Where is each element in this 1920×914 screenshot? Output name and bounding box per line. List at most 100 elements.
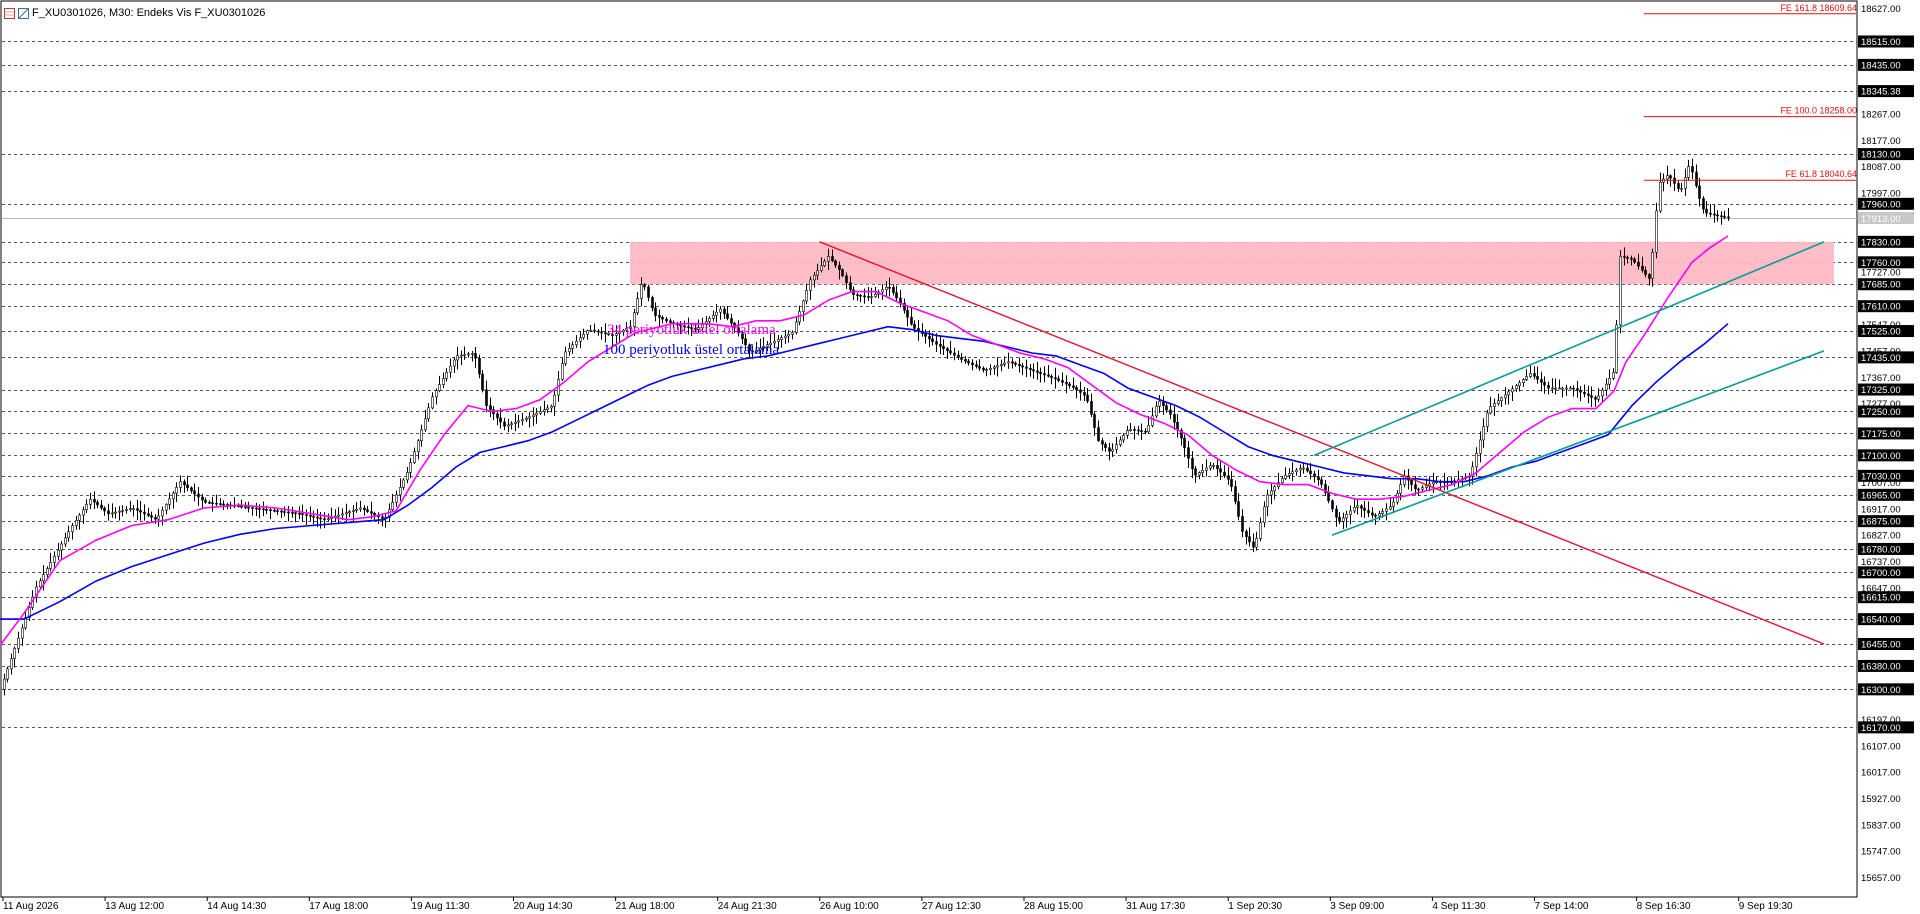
candle-body bbox=[1338, 516, 1341, 522]
candle-body bbox=[827, 256, 830, 262]
candle-body bbox=[525, 417, 528, 420]
candle-body bbox=[1651, 251, 1654, 279]
chart-title-text: F_XU0301026, M30: Endeks Vis F_XU0301026 bbox=[32, 7, 266, 19]
candle-body bbox=[157, 515, 160, 520]
candle-body bbox=[521, 419, 524, 422]
price-chart[interactable]: FE 161.8 18609.64 FE 100.0 18258.00 FE 61.… bbox=[0, 0, 1920, 914]
time-tick-label: 31 Aug 17:30 bbox=[1126, 901, 1185, 912]
candle-body bbox=[712, 314, 715, 319]
candle-body bbox=[147, 513, 150, 516]
candle-body bbox=[823, 260, 826, 267]
candle-body bbox=[280, 510, 283, 513]
candle-body bbox=[1378, 513, 1381, 517]
price-tick-label: 16017.00 bbox=[1861, 768, 1901, 779]
price-tick-label: 18627.00 bbox=[1861, 4, 1901, 15]
candle-body bbox=[1169, 409, 1172, 415]
candle-body bbox=[1381, 511, 1384, 514]
candle-body bbox=[1533, 373, 1536, 377]
candle-body bbox=[1129, 429, 1132, 431]
chart-table-icon[interactable] bbox=[4, 7, 15, 19]
candle-body bbox=[978, 366, 981, 369]
candle-body bbox=[539, 411, 542, 414]
candle-body bbox=[1637, 261, 1640, 267]
candle-body bbox=[21, 627, 24, 639]
candle-body bbox=[460, 354, 463, 357]
candle-body bbox=[1327, 492, 1330, 502]
candle-body bbox=[474, 353, 477, 359]
candle-body bbox=[179, 481, 182, 488]
candle-body bbox=[867, 296, 870, 298]
candle-body bbox=[219, 503, 222, 505]
candle-body bbox=[1317, 476, 1320, 481]
candle-body bbox=[64, 537, 67, 545]
candle-body bbox=[1137, 429, 1140, 432]
candle-body bbox=[445, 371, 448, 379]
time-tick-label: 7 Sep 14:00 bbox=[1535, 901, 1589, 912]
candle-body bbox=[1425, 485, 1428, 488]
candle-body bbox=[1666, 175, 1669, 180]
candle-body bbox=[1187, 447, 1190, 459]
candle-body bbox=[49, 562, 52, 569]
candle-body bbox=[802, 300, 805, 312]
candle-body bbox=[82, 509, 85, 516]
candle-body bbox=[831, 256, 834, 262]
candle-body bbox=[1345, 514, 1348, 519]
candle-body bbox=[571, 344, 574, 349]
price-tick-label: 15747.00 bbox=[1861, 847, 1901, 858]
time-tick-label: 4 Sep 11:30 bbox=[1432, 901, 1486, 912]
candle-body bbox=[1572, 387, 1575, 390]
candle-body bbox=[708, 318, 711, 322]
time-tick-label: 27 Aug 12:30 bbox=[922, 901, 981, 912]
chart-type-icon[interactable] bbox=[18, 7, 29, 19]
candle-body bbox=[431, 396, 434, 409]
price-level-label: 17685.00 bbox=[1861, 280, 1901, 291]
candle-body bbox=[510, 423, 513, 426]
time-tick-label: 17 Aug 18:00 bbox=[309, 901, 368, 912]
candle-body bbox=[489, 405, 492, 411]
candle-body bbox=[809, 279, 812, 291]
candle-body bbox=[13, 648, 16, 659]
candle-body bbox=[1115, 444, 1118, 450]
candle-body bbox=[1489, 406, 1492, 414]
candle-body bbox=[1500, 397, 1503, 402]
candle-body bbox=[168, 498, 171, 505]
candle-body bbox=[985, 369, 988, 371]
candle-body bbox=[564, 351, 567, 364]
candle-body bbox=[1687, 166, 1690, 178]
candle-body bbox=[409, 462, 412, 473]
candle-body bbox=[402, 479, 405, 488]
candle-body bbox=[327, 518, 330, 520]
candle-body bbox=[53, 555, 56, 563]
candle-body bbox=[1399, 484, 1402, 494]
time-tick-label: 24 Aug 21:30 bbox=[718, 901, 777, 912]
candle-body bbox=[967, 360, 970, 364]
price-level-label: 18435.00 bbox=[1861, 60, 1901, 71]
candle-body bbox=[6, 668, 9, 680]
candle-body bbox=[1367, 510, 1370, 514]
candle-body bbox=[1075, 387, 1078, 391]
candle-body bbox=[892, 287, 895, 294]
candle-body bbox=[1291, 471, 1294, 474]
candle-body bbox=[1313, 473, 1316, 478]
candle-body bbox=[1597, 395, 1600, 400]
price-tick-label: 15837.00 bbox=[1861, 820, 1901, 831]
candle-body bbox=[118, 510, 121, 513]
candle-body bbox=[582, 333, 585, 339]
candle-body bbox=[849, 282, 852, 291]
candle-body bbox=[1684, 177, 1687, 189]
candle-body bbox=[186, 484, 189, 489]
time-tick-label: 26 Aug 10:00 bbox=[820, 901, 879, 912]
candle-body bbox=[183, 481, 186, 486]
candle-body bbox=[1680, 188, 1683, 190]
candle-body bbox=[1194, 468, 1197, 476]
candle-body bbox=[1385, 508, 1388, 512]
candle-body bbox=[1587, 393, 1590, 396]
candle-body bbox=[651, 297, 654, 309]
candle-body bbox=[391, 501, 394, 511]
candle-body bbox=[85, 504, 88, 511]
candle-body bbox=[442, 378, 445, 385]
candle-body bbox=[1594, 397, 1597, 400]
candle-body bbox=[420, 429, 423, 442]
candle-body bbox=[175, 487, 178, 494]
candle-body bbox=[1569, 387, 1572, 390]
